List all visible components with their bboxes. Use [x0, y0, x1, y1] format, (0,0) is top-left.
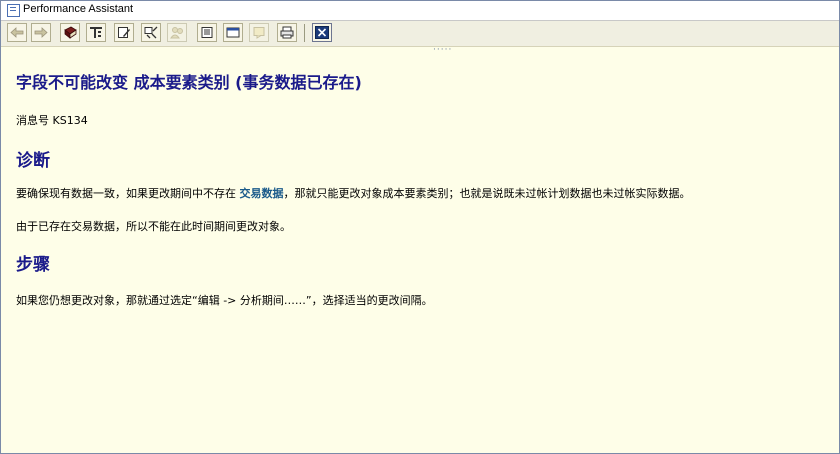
- glossary-button[interactable]: [86, 23, 106, 42]
- edit-icon: [118, 27, 130, 38]
- resize-grip[interactable]: ·····: [433, 46, 452, 55]
- transaction-data-link[interactable]: 交易数据: [240, 187, 284, 200]
- print-button[interactable]: [277, 23, 297, 42]
- forward-button[interactable]: [31, 23, 51, 42]
- technical-info-button[interactable]: [141, 23, 161, 42]
- diagnosis-paragraph-2: 由于已存在交易数据，所以不能在此时间期间更改对象。: [16, 220, 291, 233]
- procedure-heading: 步骤: [16, 255, 50, 275]
- diagnosis-heading: 诊断: [16, 151, 50, 171]
- toolbar-separator: [304, 24, 305, 42]
- user-button[interactable]: [167, 23, 187, 42]
- procedure-paragraph: 如果您仍想更改对象，那就通过选定“编辑 -> 分析期间……”，选择适当的更改间隔…: [16, 294, 433, 307]
- arrow-right-icon: [34, 27, 48, 38]
- glossary-icon: [90, 27, 102, 38]
- notes-button[interactable]: [249, 23, 269, 42]
- window-icon: [226, 27, 240, 38]
- diagnosis-text-start: 要确保现有数据一致，如果更改期间中不存在: [16, 187, 240, 200]
- window-button[interactable]: [223, 23, 243, 42]
- title-bar: Performance Assistant: [1, 1, 839, 21]
- notes-icon: [253, 27, 265, 39]
- arrow-left-icon: [10, 27, 24, 38]
- diagnosis-text-end: ，那就只能更改对象成本要素类别；也就是说既未过帐计划数据也未过帐实际数据。: [283, 187, 691, 200]
- message-number: 消息号 KS134: [16, 114, 88, 127]
- technical-info-icon: [144, 26, 158, 39]
- documentation-button[interactable]: [60, 23, 80, 42]
- close-icon: [315, 26, 329, 39]
- page-button[interactable]: [197, 23, 217, 42]
- print-icon: [280, 26, 294, 39]
- close-button[interactable]: [312, 23, 332, 42]
- back-button[interactable]: [7, 23, 27, 42]
- page-title: 字段不可能改变 成本要素类别 (事务数据已存在): [16, 73, 362, 92]
- diagnosis-paragraph-1: 要确保现有数据一致，如果更改期间中不存在 交易数据，那就只能更改对象成本要素类别…: [16, 185, 691, 201]
- window-title: Performance Assistant: [23, 3, 134, 15]
- book-icon: [64, 26, 77, 39]
- edit-button[interactable]: [114, 23, 134, 42]
- toolbar: [1, 21, 839, 47]
- performance-assistant-window: Performance Assistant ····· 字段不可能改变 成本要素…: [0, 0, 840, 454]
- page-icon: [201, 27, 213, 38]
- window-icon: [7, 4, 20, 17]
- user-icon: [170, 27, 183, 39]
